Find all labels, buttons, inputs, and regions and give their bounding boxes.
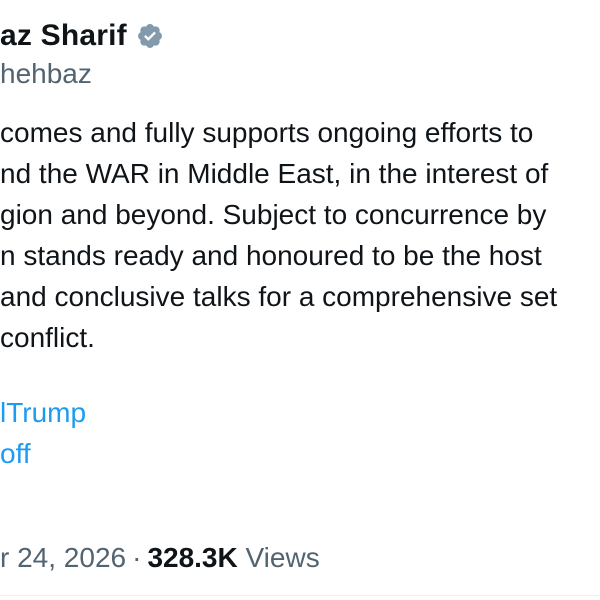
tweet-text-line: n stands ready and honoured to be the ho… <box>0 240 542 271</box>
author-display-name[interactable]: az Sharif <box>0 19 127 53</box>
tweet-timestamp[interactable]: r 24, 2026 <box>0 542 126 573</box>
author-handle[interactable]: hehbaz <box>0 56 92 92</box>
tweet-text-line: comes and fully supports ongoing efforts… <box>0 117 534 148</box>
meta-separator: · <box>132 542 142 573</box>
tweet-text-line: gion and beyond. Subject to concurrence … <box>0 199 547 230</box>
tweet-text-line: nd the WAR in Middle East, in the intere… <box>0 158 549 189</box>
tweet-text: comes and fully supports ongoing efforts… <box>0 112 600 358</box>
views-label: Views <box>245 542 320 573</box>
divider <box>0 595 600 596</box>
mention-link[interactable]: lTrump <box>0 392 86 433</box>
tweet-meta: r 24, 2026 · 328.3K Views <box>0 538 320 578</box>
tweet-text-line: conflict. <box>0 322 95 353</box>
mention-link[interactable]: off <box>0 433 86 474</box>
tweet-mentions: lTrump off <box>0 392 86 474</box>
views-count: 328.3K <box>147 542 238 573</box>
author-name-row[interactable]: az Sharif <box>0 16 164 56</box>
tweet-text-line: and conclusive talks for a comprehensive… <box>0 281 558 312</box>
verified-badge-icon[interactable] <box>136 22 164 50</box>
